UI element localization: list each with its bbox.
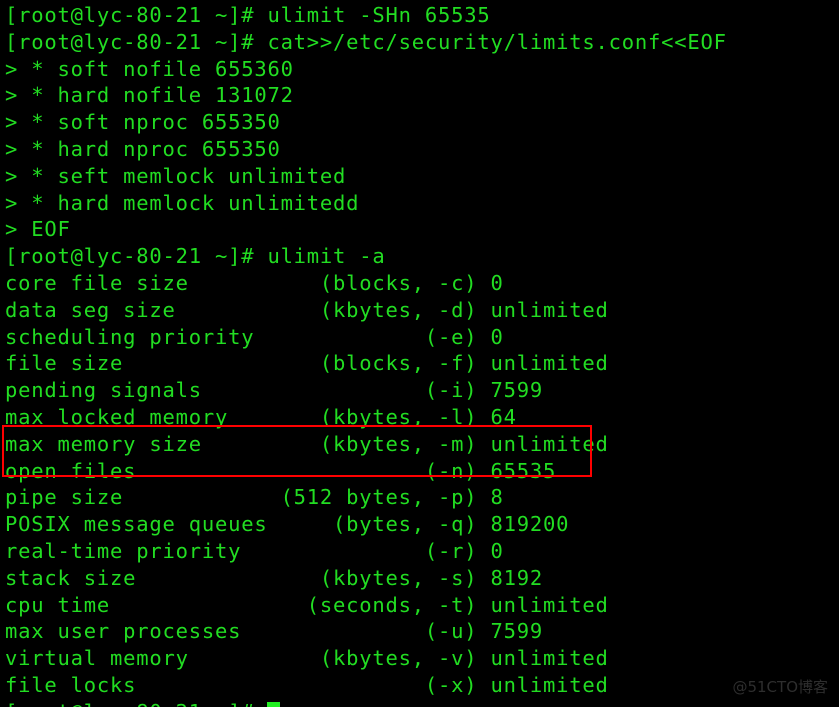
terminal-line: core file size (blocks, -c) 0 xyxy=(5,270,504,295)
terminal-line: pending signals (-i) 7599 xyxy=(5,378,544,403)
terminal-line: max memory size (kbytes, -m) unlimited xyxy=(5,431,609,456)
terminal-line: > * soft nproc 655350 xyxy=(5,110,281,135)
terminal-line: max user processes (-u) 7599 xyxy=(5,619,544,644)
terminal-line: data seg size (kbytes, -d) unlimited xyxy=(5,297,609,322)
terminal-line: > * seft memlock unlimited xyxy=(5,163,347,188)
watermark: @51CTO博客 xyxy=(732,678,828,697)
terminal-line: cpu time (seconds, -t) unlimited xyxy=(5,592,609,617)
terminal-line: [root@lyc-80-21 ~]# ulimit -a xyxy=(5,244,386,269)
terminal-line: > * soft nofile 655360 xyxy=(5,56,294,81)
text-cursor xyxy=(267,701,281,707)
terminal-line: virtual memory (kbytes, -v) unlimited xyxy=(5,646,609,671)
terminal-screen[interactable]: [root@lyc-80-21 ~]# ulimit -SHn 65535 [r… xyxy=(5,2,835,707)
terminal-line: file size (blocks, -f) unlimited xyxy=(5,351,609,376)
terminal-prompt-line[interactable]: [root@lyc-80-21 ~]# xyxy=(5,699,835,707)
terminal-window[interactable]: [root@lyc-80-21 ~]# ulimit -SHn 65535 [r… xyxy=(0,0,839,707)
terminal-line: file locks (-x) unlimited xyxy=(5,672,609,697)
terminal-line: pipe size (512 bytes, -p) 8 xyxy=(5,485,504,510)
terminal-line: max locked memory (kbytes, -l) 64 xyxy=(5,404,517,429)
terminal-line: > EOF xyxy=(5,217,71,242)
terminal-line: [root@lyc-80-21 ~]# cat>>/etc/security/l… xyxy=(5,29,727,54)
terminal-line: real-time priority (-r) 0 xyxy=(5,538,504,563)
terminal-line-open-files: open files (-n) 65535 xyxy=(5,458,557,483)
terminal-line: [root@lyc-80-21 ~]# ulimit -SHn 65535 xyxy=(5,3,491,27)
terminal-line: > * hard nproc 655350 xyxy=(5,136,281,161)
terminal-line: POSIX message queues (bytes, -q) 819200 xyxy=(5,512,570,537)
terminal-line: > * hard memlock unlimitedd xyxy=(5,190,360,215)
prompt-text: [root@lyc-80-21 ~]# xyxy=(5,700,267,707)
terminal-line: stack size (kbytes, -s) 8192 xyxy=(5,565,544,590)
terminal-line: scheduling priority (-e) 0 xyxy=(5,324,504,349)
terminal-line: > * hard nofile 131072 xyxy=(5,83,294,108)
